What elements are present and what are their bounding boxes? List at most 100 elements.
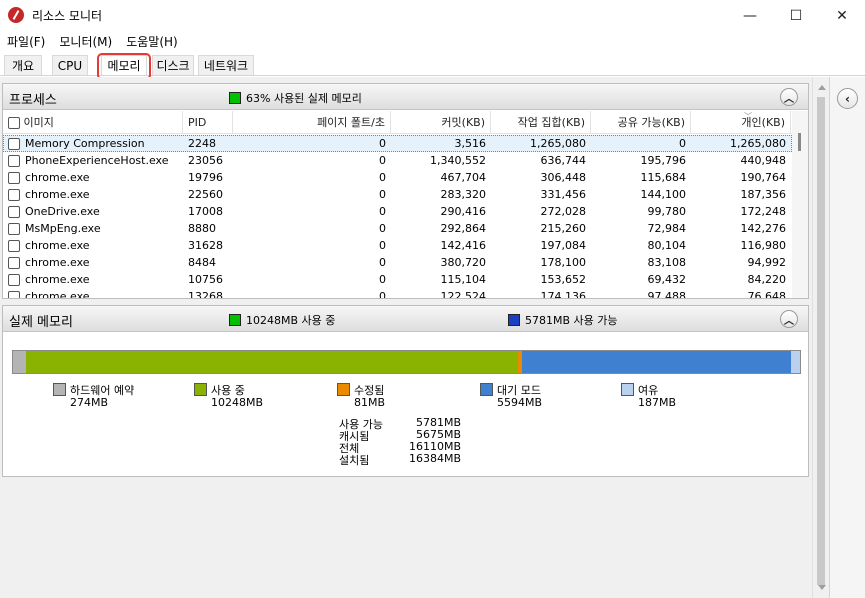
- cell-image: chrome.exe: [3, 288, 183, 298]
- table-row[interactable]: Memory Compression 2248 0 3,516 1,265,080 0 1,…: [3, 135, 792, 152]
- legend-value: 81MB: [354, 396, 386, 409]
- cell-image: chrome.exe: [3, 169, 183, 186]
- window-title: 리소스 모니터: [32, 9, 103, 23]
- memory-bar-segment-4: [791, 351, 800, 373]
- cell-commit: 1,340,552: [430, 154, 486, 167]
- main-scrollbar-thumb[interactable]: [817, 97, 825, 585]
- collapse-memory-button[interactable]: ︿: [780, 310, 798, 328]
- cell-shareable: 83,108: [647, 256, 687, 269]
- legend-value: 187MB: [638, 396, 677, 409]
- tab-overview[interactable]: 개요: [4, 55, 42, 75]
- graph-pane: ‹: [829, 77, 865, 598]
- main-scrollbar[interactable]: [812, 77, 829, 598]
- cell-pid: 23056: [188, 154, 223, 167]
- memory-in-use: 10248MB 사용 중: [229, 312, 335, 328]
- cell-commit: 122,524: [440, 290, 487, 298]
- process-table-scrollbar[interactable]: [792, 111, 808, 298]
- cell-image: OneDrive.exe: [3, 203, 183, 220]
- select-all-checkbox[interactable]: [8, 117, 20, 129]
- physical-memory-usage-text: 63% 사용된 실제 메모리: [246, 92, 362, 105]
- row-checkbox[interactable]: [8, 172, 20, 184]
- tab-memory[interactable]: 메모리: [101, 55, 147, 75]
- minimize-button[interactable]: —: [727, 0, 773, 31]
- table-row[interactable]: chrome.exe 19796 0 467,704 306,448 115,684 190…: [3, 169, 792, 186]
- cell-private: 84,220: [747, 273, 787, 286]
- cell-shareable: 99,780: [647, 205, 687, 218]
- row-checkbox[interactable]: [8, 240, 20, 252]
- physical-memory-section-header[interactable]: 실제 메모리 10248MB 사용 중 5781MB 사용 가능 ︿: [3, 306, 808, 332]
- column-image[interactable]: 이미지: [3, 111, 183, 134]
- row-checkbox[interactable]: [8, 257, 20, 269]
- row-checkbox[interactable]: [8, 189, 20, 201]
- column-working-set[interactable]: 작업 집합(KB): [491, 111, 591, 134]
- cell-shareable: 195,796: [640, 154, 687, 167]
- menu-bar: 파일(F) 모니터(M) 도움말(H): [0, 31, 865, 52]
- table-row[interactable]: chrome.exe 8484 0 380,720 178,100 83,108 94,99…: [3, 254, 792, 271]
- column-page-faults[interactable]: 페이지 폴트/초: [233, 111, 391, 134]
- legend-value: 10248MB: [211, 396, 264, 409]
- process-table-header: 이미지 PID 페이지 폴트/초 커밋(KB) 작업 집합(KB) 공유 가능(…: [3, 111, 808, 134]
- cell-page-faults: 0: [379, 137, 386, 150]
- memory-available-text: 5781MB 사용 가능: [525, 314, 618, 327]
- row-checkbox[interactable]: [8, 291, 20, 298]
- table-row[interactable]: chrome.exe 10756 0 115,104 153,652 69,432 84,2…: [3, 271, 792, 288]
- in-use-indicator-icon: [229, 314, 241, 326]
- summary-total-row: 전체 16110MB: [339, 440, 461, 455]
- row-checkbox[interactable]: [8, 223, 20, 235]
- cell-working-set: 306,448: [540, 171, 587, 184]
- cell-page-faults: 0: [379, 290, 386, 298]
- scroll-down-icon[interactable]: [818, 585, 826, 590]
- collapse-process-button[interactable]: ︿: [780, 88, 798, 106]
- cell-image: chrome.exe: [3, 237, 183, 254]
- column-private[interactable]: 개인(KB): [691, 111, 791, 134]
- cell-shareable: 0: [679, 137, 686, 150]
- row-checkbox[interactable]: [8, 206, 20, 218]
- tab-network[interactable]: 네트워크: [198, 55, 254, 75]
- column-shareable[interactable]: 공유 가능(KB): [591, 111, 691, 134]
- tab-cpu[interactable]: CPU: [52, 55, 88, 75]
- table-row[interactable]: chrome.exe 31628 0 142,416 197,084 80,104 116,…: [3, 237, 792, 254]
- usage-indicator-icon: [229, 92, 241, 104]
- process-section-title: 프로세스: [9, 93, 57, 108]
- cell-image: chrome.exe: [3, 186, 183, 203]
- cell-working-set: 272,028: [540, 205, 587, 218]
- process-section-header[interactable]: 프로세스 63% 사용된 실제 메모리 ︿: [3, 84, 808, 110]
- cell-shareable: 97,488: [647, 290, 687, 298]
- table-row[interactable]: PhoneExperienceHost.exe 23056 0 1,340,552 63…: [3, 152, 792, 169]
- menu-help[interactable]: 도움말(H): [119, 33, 185, 50]
- cell-private: 116,980: [740, 239, 787, 252]
- physical-memory-usage: 63% 사용된 실제 메모리: [229, 90, 362, 106]
- row-checkbox[interactable]: [8, 155, 20, 167]
- summary-cached-row: 캐시됨 5675MB: [339, 428, 461, 443]
- table-row[interactable]: chrome.exe 22560 0 283,320 331,456 144,100 187…: [3, 186, 792, 203]
- table-row[interactable]: MsMpEng.exe 8880 0 292,864 215,260 72,984 142,…: [3, 220, 792, 237]
- memory-available: 5781MB 사용 가능: [508, 312, 618, 328]
- expand-graph-pane-button[interactable]: ‹: [837, 88, 858, 109]
- scroll-up-icon[interactable]: [818, 85, 826, 90]
- cell-shareable: 72,984: [647, 222, 687, 235]
- tab-disk[interactable]: 디스크: [152, 55, 194, 75]
- cell-private: 440,948: [740, 154, 787, 167]
- menu-monitor[interactable]: 모니터(M): [52, 33, 119, 50]
- scrollbar-thumb[interactable]: [798, 133, 801, 151]
- cell-page-faults: 0: [379, 188, 386, 201]
- cell-shareable: 144,100: [640, 188, 687, 201]
- table-row[interactable]: chrome.exe 13268 0 122,524 174,136 97,488 76,6…: [3, 288, 792, 298]
- memory-in-use-text: 10248MB 사용 중: [246, 314, 336, 327]
- table-row[interactable]: OneDrive.exe 17008 0 290,416 272,028 99,780 17…: [3, 203, 792, 220]
- menu-file[interactable]: 파일(F): [0, 33, 52, 50]
- row-checkbox[interactable]: [8, 138, 20, 150]
- cell-private: 172,248: [740, 205, 787, 218]
- legend-swatch-icon: [194, 383, 207, 396]
- cell-page-faults: 0: [379, 222, 386, 235]
- process-section: 프로세스 63% 사용된 실제 메모리 ︿ 이미지 PID 페이지 폴트/초 커…: [2, 83, 809, 299]
- row-checkbox[interactable]: [8, 274, 20, 286]
- cell-shareable: 115,684: [640, 171, 687, 184]
- close-button[interactable]: ✕: [819, 0, 865, 31]
- maximize-button[interactable]: ☐: [773, 0, 819, 31]
- legend-swatch-icon: [621, 383, 634, 396]
- column-pid[interactable]: PID: [183, 111, 233, 134]
- column-commit[interactable]: 커밋(KB): [391, 111, 491, 134]
- cell-pid: 17008: [188, 205, 223, 218]
- cell-working-set: 178,100: [540, 256, 587, 269]
